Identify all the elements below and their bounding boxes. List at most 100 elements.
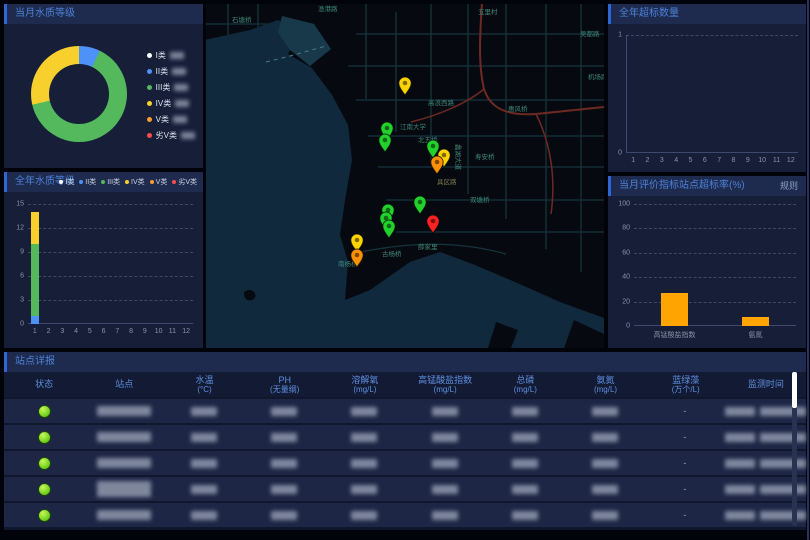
cell-状态	[4, 510, 84, 521]
panel-station-report: 站点详报 状态站点水温(°C)PH(无量纲)溶解氧(mg/L)高锰酸盐指数(mg…	[4, 352, 806, 530]
map-pin-dot	[384, 216, 389, 221]
x-axis-tick: 9	[746, 157, 750, 164]
value-redacted	[432, 459, 458, 468]
map-pin-dot	[355, 253, 360, 258]
cell-PH	[244, 433, 324, 442]
value-redacted	[512, 433, 538, 442]
status-dot-icon	[39, 406, 50, 417]
cell-蓝绿藻: -	[645, 406, 725, 416]
legend-dot-icon	[147, 53, 152, 58]
cell-蓝绿藻: -	[645, 458, 725, 468]
cell-水温	[164, 407, 244, 416]
legend-item-IV类[interactable]: IV类	[125, 177, 145, 187]
legend-item-II类[interactable]: II类	[79, 177, 96, 187]
legend-label: 劣V类	[156, 130, 177, 141]
map[interactable]: 石塘桥渔港路五里村吴都路机场路惠风桥高浪西路江南大学北五桥蠡湖大道寿安桥具区路双…	[206, 4, 604, 348]
legend-label: II类	[85, 177, 96, 187]
table-row[interactable]: -	[4, 451, 806, 475]
legend-item-IV类[interactable]: IV类	[147, 98, 195, 109]
value-redacted	[592, 407, 618, 416]
map-label-高浪西路: 高浪西路	[428, 98, 455, 107]
legend-item-I类[interactable]: I类	[59, 177, 74, 187]
map-label-薛家里: 薛家里	[418, 242, 438, 251]
table-scrollbar-track[interactable]	[792, 372, 797, 526]
year-quality-chart[interactable]: 03691215123456789101112	[28, 204, 193, 324]
table-row[interactable]: -	[4, 425, 806, 449]
cell-总磷	[485, 511, 565, 520]
cell-高锰酸盐指数	[405, 433, 485, 442]
legend-item-III类[interactable]: III类	[101, 177, 120, 187]
value-redacted	[271, 407, 297, 416]
timestamp-redacted	[760, 485, 806, 494]
y-axis-tick: 15	[8, 201, 24, 208]
legend-label: III类	[107, 177, 120, 187]
y-axis-tick: 9	[8, 249, 24, 256]
y-axis-tick: 0	[606, 150, 622, 157]
gridline	[634, 302, 796, 303]
column-name: 溶解氧	[325, 375, 405, 385]
cell-状态	[4, 458, 84, 469]
x-axis	[634, 325, 796, 326]
table-scrollbar-thumb[interactable]	[792, 372, 797, 408]
exceed-rate-chart[interactable]: 020406080100高锰酸盐指数氨氮	[634, 204, 796, 326]
column-name: 氨氮	[565, 375, 645, 385]
value-redacted	[271, 433, 297, 442]
map-label-惠风桥: 惠风桥	[508, 104, 528, 113]
station-name-redacted	[97, 481, 151, 497]
map-label-江南大学: 江南大学	[400, 122, 427, 131]
value-redacted	[191, 459, 217, 468]
legend-item-V类[interactable]: V类	[150, 177, 168, 187]
rate-bar-氨氮[interactable]	[742, 317, 769, 326]
legend-value-redacted	[170, 52, 184, 59]
donut-chart-month-quality[interactable]	[31, 46, 127, 142]
value-redacted	[191, 433, 217, 442]
exceed-count-chart[interactable]: 01123456789101112	[626, 35, 798, 153]
table-row[interactable]: -	[4, 477, 806, 501]
timestamp-redacted	[760, 459, 806, 468]
legend-dot-icon	[147, 133, 152, 138]
value-redacted	[592, 485, 618, 494]
column-header-蓝绿藻: 蓝绿藻(万个/L)	[646, 375, 726, 395]
legend-item-劣V类[interactable]: 劣V类	[172, 177, 197, 187]
legend-item-I类[interactable]: I类	[147, 50, 195, 61]
stacked-bar-segment-III类[interactable]	[31, 244, 39, 316]
legend-label: III类	[156, 82, 171, 93]
gridline	[634, 228, 796, 229]
map-label-吴都路: 吴都路	[580, 29, 600, 38]
column-header-溶解氧: 溶解氧(mg/L)	[325, 375, 405, 395]
map-pin-dot	[418, 200, 423, 205]
stacked-bar-segment-II类[interactable]	[31, 316, 39, 324]
value-redacted	[512, 485, 538, 494]
value-redacted	[592, 511, 618, 520]
legend-item-V类[interactable]: V类	[147, 114, 195, 125]
rule-link[interactable]: 规则	[780, 176, 798, 196]
timestamp-redacted	[760, 407, 806, 416]
y-axis-tick: 3	[8, 297, 24, 304]
y-axis-tick: 6	[8, 273, 24, 280]
table-row[interactable]: -	[4, 503, 806, 527]
map-pin-dot	[431, 219, 436, 224]
table-row[interactable]: -	[4, 399, 806, 423]
value-redacted	[191, 485, 217, 494]
map-pin-dot	[435, 160, 440, 165]
cell-站点	[84, 510, 164, 520]
value-redacted	[351, 511, 377, 520]
rate-bar-高锰酸盐指数[interactable]	[661, 293, 688, 326]
stacked-bar-segment-IV类[interactable]	[31, 212, 39, 244]
value-redacted	[432, 407, 458, 416]
gridline	[28, 300, 193, 301]
legend-value-redacted	[172, 68, 186, 75]
cell-站点	[84, 481, 164, 497]
legend-dot-icon	[147, 117, 152, 122]
timestamp-redacted	[725, 433, 755, 442]
x-axis-tick: 1	[631, 157, 635, 164]
legend-item-劣V类[interactable]: 劣V类	[147, 130, 195, 141]
column-unit: (mg/L)	[405, 385, 485, 394]
legend-value-redacted	[173, 116, 187, 123]
legend-dot-icon	[101, 180, 105, 184]
x-axis-tick: 3	[60, 328, 64, 335]
legend-item-II类[interactable]: II类	[147, 66, 195, 77]
value-redacted	[432, 485, 458, 494]
cell-站点	[84, 406, 164, 416]
legend-item-III类[interactable]: III类	[147, 82, 195, 93]
